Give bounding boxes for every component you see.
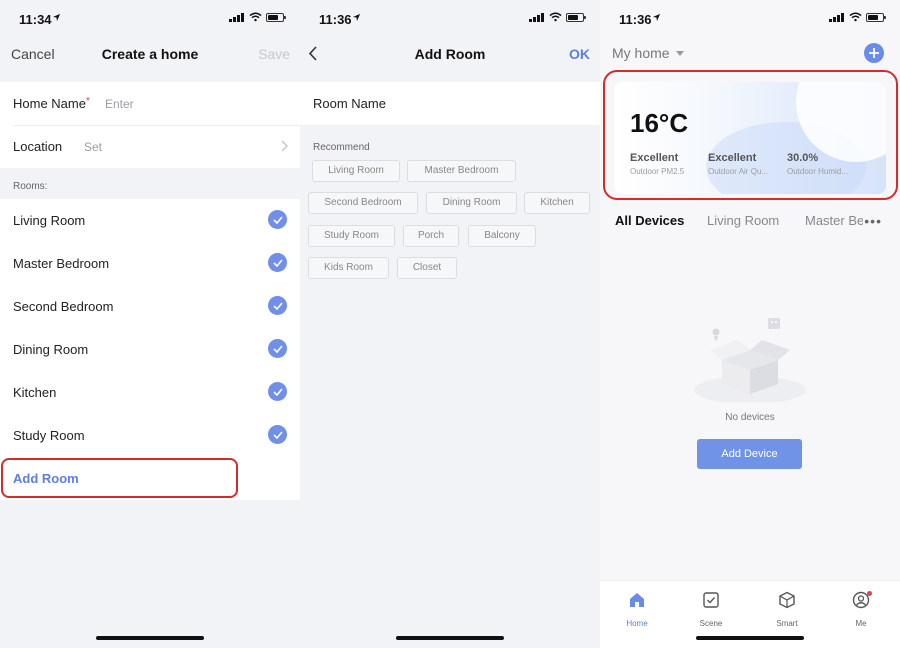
location-arrow-icon (352, 13, 361, 22)
add-device-button[interactable]: Add Device (697, 439, 802, 469)
nav-bar: Add Room OK (300, 38, 600, 68)
battery-icon (566, 12, 586, 22)
room-chip[interactable]: Closet (397, 257, 457, 279)
room-item[interactable]: Second Bedroom (0, 285, 300, 328)
save-button[interactable]: Save (258, 46, 290, 62)
room-name-row[interactable]: Room Name (300, 82, 600, 125)
tab-master-bedroom[interactable]: Master Be (805, 213, 863, 228)
tabbar-home[interactable]: Home (607, 591, 667, 628)
room-tabs: All Devices Living Room Master Be ••• (600, 210, 900, 232)
notification-badge (867, 591, 872, 596)
room-label: Living Room (13, 213, 86, 228)
caret-down-icon (676, 51, 685, 56)
location-label: Location (13, 139, 63, 154)
wifi-icon (549, 12, 562, 22)
cellular-signal-icon (529, 12, 544, 22)
status-time: 11:36 (619, 12, 652, 27)
room-name-label: Room Name (313, 96, 386, 111)
home-info-group: Home Name* Enter Location Set (0, 82, 300, 168)
tabbar-smart[interactable]: Smart (757, 591, 817, 628)
empty-box-illustration (694, 318, 806, 402)
room-chip[interactable]: Kids Room (308, 257, 389, 279)
home-name-label: Home Name (13, 96, 86, 111)
room-chip[interactable]: Dining Room (426, 192, 517, 214)
checkmark-icon[interactable] (268, 382, 287, 401)
empty-state-text: No devices (725, 412, 775, 423)
status-time: 11:34 (19, 12, 52, 27)
recommend-label: Recommend (313, 142, 370, 153)
room-item[interactable]: Living Room (0, 199, 300, 242)
location-arrow-icon (52, 13, 61, 22)
checkmark-icon[interactable] (268, 296, 287, 315)
home-indicator (696, 636, 804, 640)
tab-living-room[interactable]: Living Room (707, 213, 779, 228)
required-mark: * (85, 96, 90, 107)
chevron-right-icon (281, 140, 288, 152)
page-title: Add Room (414, 46, 486, 62)
location-value: Set (84, 140, 103, 154)
tabbar-me[interactable]: Me (831, 591, 891, 628)
add-room-screen: 11:36 Add Room OK Room Name Recommend Li… (300, 0, 600, 648)
home-icon (630, 593, 644, 607)
add-button[interactable] (864, 43, 884, 63)
home-screen: 11:36 My home 16°C Excellent Outdoor PM2… (600, 0, 900, 648)
wifi-icon (849, 12, 862, 22)
ok-button[interactable]: OK (569, 46, 590, 62)
room-item[interactable]: Dining Room (0, 328, 300, 371)
room-chip[interactable]: Balcony (468, 225, 536, 247)
room-label: Dining Room (13, 342, 89, 357)
room-chip[interactable]: Study Room (308, 225, 395, 247)
tab-all-devices[interactable]: All Devices (615, 213, 684, 228)
room-item[interactable]: Kitchen (0, 371, 300, 414)
room-chip[interactable]: Master Bedroom (407, 160, 516, 182)
room-item[interactable]: Study Room (0, 414, 300, 457)
cellular-signal-icon (229, 12, 244, 22)
home-name-input[interactable]: Enter (105, 97, 134, 111)
more-tabs-button[interactable]: ••• (864, 213, 882, 229)
create-home-screen: 11:34 Cancel Create a home Save Home Nam… (0, 0, 300, 648)
home-selector[interactable]: My home (612, 45, 685, 61)
nav-bar: Cancel Create a home Save (0, 38, 300, 68)
checkmark-icon[interactable] (268, 253, 287, 272)
wifi-icon (249, 12, 262, 22)
page-title: Create a home (101, 46, 199, 62)
smart-icon (779, 591, 795, 609)
home-indicator (396, 636, 504, 640)
status-bar: 11:36 (300, 0, 600, 38)
home-indicator (96, 636, 204, 640)
rooms-section-label: Rooms: (13, 181, 48, 192)
highlight-annotation (603, 70, 898, 200)
home-name-row[interactable]: Home Name* Enter (0, 82, 300, 125)
cellular-signal-icon (829, 12, 844, 22)
status-time: 11:36 (319, 12, 352, 27)
status-bar: 11:36 (600, 0, 900, 38)
room-item[interactable]: Master Bedroom (0, 242, 300, 285)
room-label: Kitchen (13, 385, 57, 400)
room-chip[interactable]: Porch (403, 225, 459, 247)
checkmark-icon[interactable] (268, 425, 287, 444)
status-bar: 11:34 (0, 0, 300, 38)
home-name: My home (612, 45, 670, 61)
checkmark-icon[interactable] (268, 339, 287, 358)
room-label: Study Room (13, 428, 85, 443)
room-chip[interactable]: Second Bedroom (308, 192, 418, 214)
room-chip[interactable]: Living Room (312, 160, 400, 182)
plus-icon (869, 48, 879, 58)
checkmark-icon[interactable] (268, 210, 287, 229)
location-row[interactable]: Location Set (0, 125, 300, 168)
room-label: Second Bedroom (13, 299, 114, 314)
scene-icon (703, 592, 719, 608)
highlight-annotation (1, 458, 238, 498)
room-label: Master Bedroom (13, 256, 110, 271)
battery-icon (866, 12, 886, 22)
room-chip[interactable]: Kitchen (524, 192, 590, 214)
battery-icon (266, 12, 286, 22)
location-arrow-icon (652, 13, 661, 22)
tabbar-scene[interactable]: Scene (681, 591, 741, 628)
